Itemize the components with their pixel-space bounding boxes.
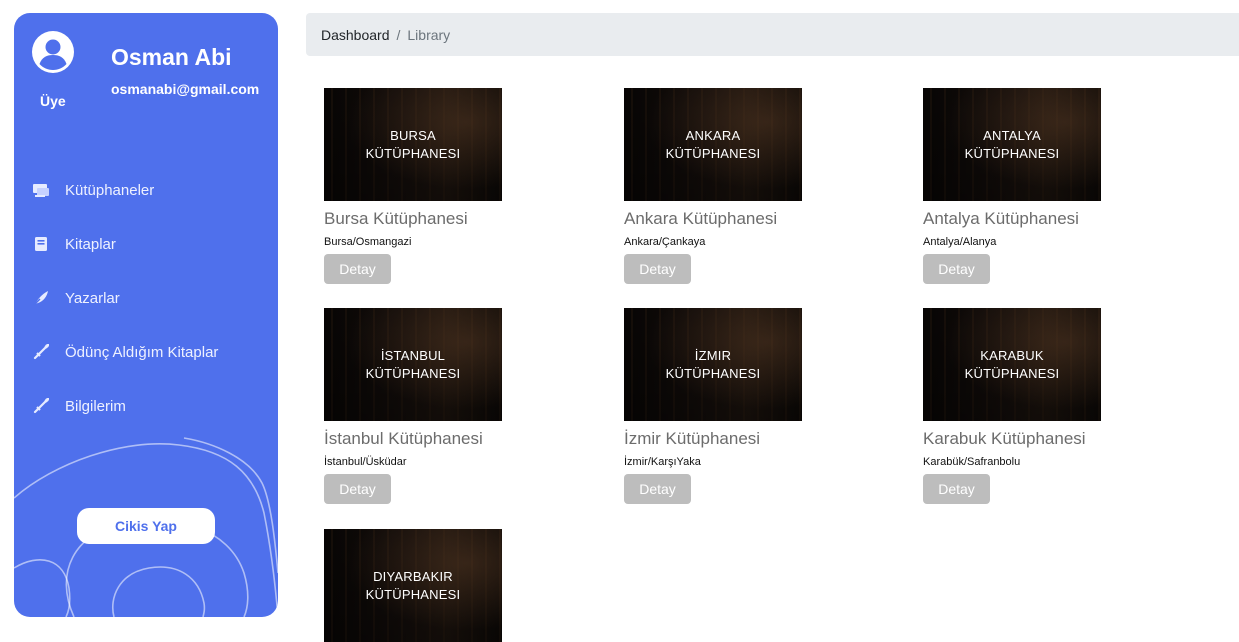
library-card-antalya: ANTALYA KÜTÜPHANESI Antalya Kütüphanesi … xyxy=(923,88,1183,284)
library-title: Antalya Kütüphanesi xyxy=(923,209,1079,228)
library-image-text: ANTALYA KÜTÜPHANESI xyxy=(964,127,1060,161)
detail-button[interactable]: Detay xyxy=(624,474,691,504)
logout-button[interactable]: Cikis Yap xyxy=(77,508,215,544)
library-location: Ankara/Çankaya xyxy=(624,236,706,248)
sidebar-item-label: Kitaplar xyxy=(65,235,116,253)
breadcrumb-current: Library xyxy=(407,26,451,43)
library-card-bursa: BURSA KÜTÜPHANESI Bursa Kütüphanesi Burs… xyxy=(324,88,584,284)
library-card-izmir: İZMIR KÜTÜPHANESI İzmir Kütüphanesi İzmi… xyxy=(624,308,884,504)
library-location: Bursa/Osmangazi xyxy=(324,236,412,248)
library-card-karabuk: KARABUK KÜTÜPHANESI Karabuk Kütüphanesi … xyxy=(923,308,1183,504)
user-avatar-icon xyxy=(32,31,74,73)
library-location: Antalya/Alanya xyxy=(923,236,997,248)
feather-icon xyxy=(32,289,50,307)
breadcrumb-dashboard-link[interactable]: Dashboard xyxy=(321,27,390,43)
library-location: İzmir/KarşıYaka xyxy=(624,456,701,468)
library-card-istanbul: İSTANBUL KÜTÜPHANESI İstanbul Kütüphanes… xyxy=(324,308,584,504)
library-image-text: BURSA KÜTÜPHANESI xyxy=(365,127,461,161)
detail-button[interactable]: Detay xyxy=(624,254,691,284)
sidebar-item-label: Bilgilerim xyxy=(65,397,126,415)
library-image[interactable]: ANKARA KÜTÜPHANESI xyxy=(624,88,802,201)
library-image-text: KARABUK KÜTÜPHANESI xyxy=(964,347,1060,381)
library-image[interactable]: İZMIR KÜTÜPHANESI xyxy=(624,308,802,421)
library-image-text: DIYARBAKIR KÜTÜPHANESI xyxy=(365,568,461,602)
sidebar: Üye Osman Abi osmanabi@gmail.com Kütüpha… xyxy=(14,13,278,617)
library-image[interactable]: ANTALYA KÜTÜPHANESI xyxy=(923,88,1101,201)
breadcrumb-separator: / xyxy=(396,26,401,43)
user-name: Osman Abi xyxy=(111,44,232,70)
library-image[interactable]: İSTANBUL KÜTÜPHANESI xyxy=(324,308,502,421)
library-title: Bursa Kütüphanesi xyxy=(324,209,468,228)
sidebar-nav: Kütüphaneler Kitaplar Yazarlar Ödünç Ald… xyxy=(32,163,272,433)
sidebar-item-label: Kütüphaneler xyxy=(65,181,155,199)
quill-icon xyxy=(32,397,50,415)
library-image[interactable]: DIYARBAKIR KÜTÜPHANESI xyxy=(324,529,502,642)
sidebar-item-label: Yazarlar xyxy=(65,289,120,307)
book-icon xyxy=(32,235,50,253)
library-image[interactable]: BURSA KÜTÜPHANESI xyxy=(324,88,502,201)
library-title: Ankara Kütüphanesi xyxy=(624,209,778,228)
user-email: osmanabi@gmail.com xyxy=(111,81,260,97)
detail-button[interactable]: Detay xyxy=(324,254,391,284)
quill-icon xyxy=(32,343,50,361)
library-image-text: İZMIR KÜTÜPHANESI xyxy=(665,347,761,381)
library-image[interactable]: KARABUK KÜTÜPHANESI xyxy=(923,308,1101,421)
sidebar-item-kitaplar[interactable]: Kitaplar xyxy=(32,217,272,271)
library-location: İstanbul/Üsküdar xyxy=(324,456,407,468)
library-image-text: ANKARA KÜTÜPHANESI xyxy=(665,127,761,161)
library-location: Karabük/Safranbolu xyxy=(923,456,1021,468)
library-icon xyxy=(32,181,50,199)
sidebar-item-bilgilerim[interactable]: Bilgilerim xyxy=(32,379,272,433)
library-title: İstanbul Kütüphanesi xyxy=(324,429,483,448)
library-card-ankara: ANKARA KÜTÜPHANESI Ankara Kütüphanesi An… xyxy=(624,88,884,284)
detail-button[interactable]: Detay xyxy=(324,474,391,504)
detail-button[interactable]: Detay xyxy=(923,254,990,284)
user-role: Üye xyxy=(40,93,66,109)
library-card-diyarbakir: DIYARBAKIR KÜTÜPHANESI xyxy=(324,529,584,642)
sidebar-item-odunc-aldigim-kitaplar[interactable]: Ödünç Aldığım Kitaplar xyxy=(32,325,272,379)
detail-button[interactable]: Detay xyxy=(923,474,990,504)
sidebar-item-label: Ödünç Aldığım Kitaplar xyxy=(65,343,219,361)
library-title: Karabuk Kütüphanesi xyxy=(923,429,1086,448)
sidebar-item-kutuphaneler[interactable]: Kütüphaneler xyxy=(32,163,272,217)
sidebar-item-yazarlar[interactable]: Yazarlar xyxy=(32,271,272,325)
breadcrumb: Dashboard / Library xyxy=(306,13,1239,56)
library-title: İzmir Kütüphanesi xyxy=(624,429,761,448)
library-image-text: İSTANBUL KÜTÜPHANESI xyxy=(365,347,461,381)
